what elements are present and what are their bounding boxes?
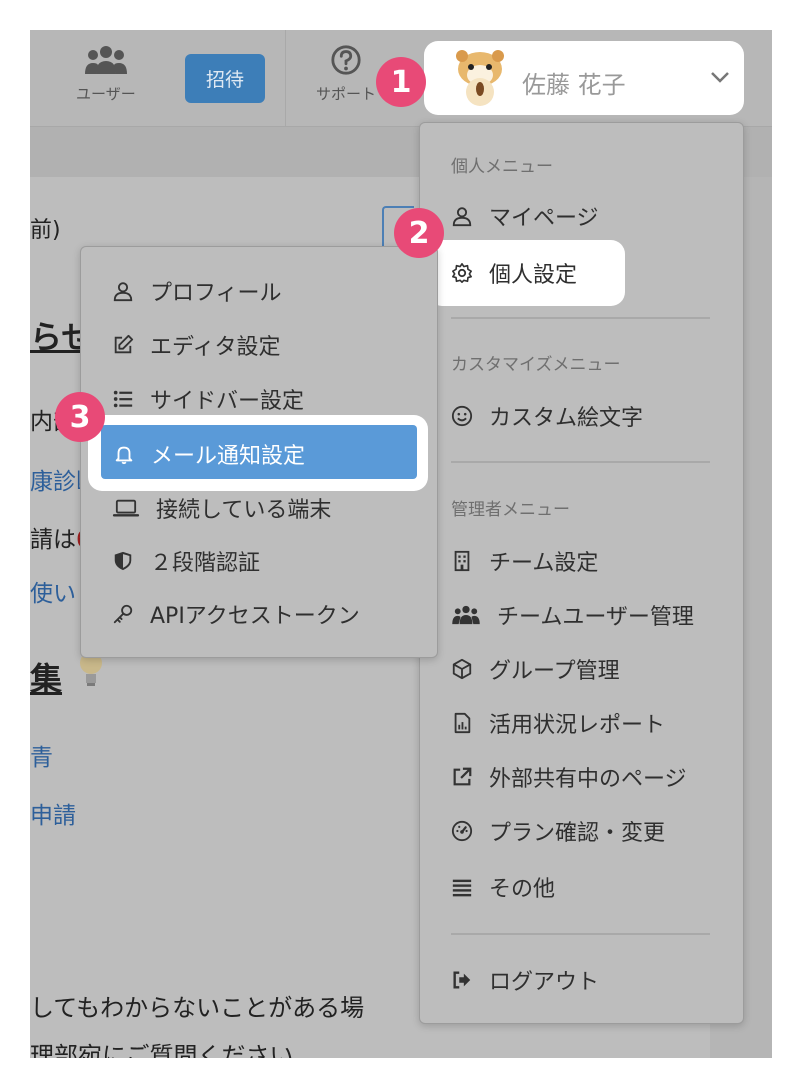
menu-item-plan[interactable]: プラン確認・変更 <box>451 815 665 847</box>
bell-icon <box>115 446 133 465</box>
menu-item-label: カスタム絵文字 <box>489 406 644 431</box>
menu-item-custom-emoji[interactable]: カスタム絵文字 <box>451 400 643 432</box>
menu-lines-icon <box>452 879 472 897</box>
avatar <box>452 49 508 107</box>
user-menu-toggle[interactable]: 佐藤 花子 <box>424 41 744 115</box>
menu-item-label: チーム設定 <box>489 551 599 576</box>
submenu-item-notification[interactable]: メール通知設定 <box>101 425 417 479</box>
bg-link[interactable]: 青 <box>30 738 53 772</box>
users-icon <box>452 605 480 625</box>
step-badge: 1 <box>376 57 426 107</box>
menu-item-team-users[interactable]: チームユーザー管理 <box>451 599 694 631</box>
users-nav-label: ユーザー <box>76 85 136 103</box>
file-chart-icon <box>454 712 471 734</box>
menu-item-usage-report[interactable]: 活用状況レポート <box>451 707 665 739</box>
bg-text-part: 請は <box>30 527 76 553</box>
help-circle-icon <box>329 44 363 83</box>
submenu-item-label: メール通知設定 <box>151 444 306 469</box>
menu-divider <box>451 317 710 319</box>
menu-item-other[interactable]: その他 <box>451 871 555 903</box>
menu-divider <box>451 933 710 935</box>
menu-item-label: 個人設定 <box>489 263 578 288</box>
submenu-item-editor[interactable]: エディタ設定 <box>112 329 280 361</box>
menu-item-shared-pages[interactable]: 外部共有中のページ <box>451 761 687 793</box>
bg-text: 理部宛にご質問ください。 <box>30 1042 318 1058</box>
edit-icon <box>114 334 134 354</box>
user-icon <box>452 207 472 227</box>
section-header-customize: カスタマイズメニュー <box>451 355 621 375</box>
support-nav-item[interactable]: サポート <box>316 44 376 104</box>
menu-divider <box>451 461 710 463</box>
gear-icon <box>452 263 472 283</box>
submenu-item-sidebar[interactable]: サイドバー設定 <box>112 383 304 415</box>
menu-item-mypage[interactable]: マイページ <box>451 200 599 232</box>
submenu-item-devices[interactable]: 接続している端末 <box>112 492 331 524</box>
logout-icon <box>453 971 471 989</box>
laptop-icon <box>112 499 140 517</box>
section-header-admin: 管理者メニュー <box>451 500 570 520</box>
users-nav-item[interactable]: ユーザー <box>76 44 136 104</box>
menu-item-group-admin[interactable]: グループ管理 <box>451 653 620 685</box>
submenu-item-two-factor[interactable]: ２段階認証 <box>112 545 260 577</box>
bg-text: 前) <box>30 218 61 243</box>
submenu-item-label: プロフィール <box>150 281 282 306</box>
menu-item-label: ログアウト <box>489 970 600 995</box>
bg-link[interactable]: 使い <box>30 574 76 608</box>
invite-button[interactable]: 招待 <box>185 54 265 103</box>
bg-heading: 集 <box>30 660 63 698</box>
step-badge: 3 <box>55 392 105 442</box>
section-header-personal: 個人メニュー <box>451 157 553 177</box>
cube-icon <box>452 658 472 680</box>
support-nav-label: サポート <box>316 85 377 103</box>
submenu-item-label: APIアクセストークン <box>150 604 360 629</box>
submenu-item-api-token[interactable]: APIアクセストークン <box>112 598 360 630</box>
chevron-down-icon <box>710 69 730 85</box>
menu-item-label: 外部共有中のページ <box>489 767 687 792</box>
menu-item-label: グループ管理 <box>489 659 620 684</box>
submenu-item-label: 接続している端末 <box>156 498 332 523</box>
bg-link[interactable]: 申請 <box>30 796 76 830</box>
list-icon <box>113 390 133 408</box>
users-icon <box>84 44 128 83</box>
menu-item-logout[interactable]: ログアウト <box>451 964 599 996</box>
bg-text: してもわからないことがある場 <box>30 994 365 1022</box>
menu-item-label: プラン確認・変更 <box>489 821 666 846</box>
submenu-item-label: エディタ設定 <box>150 335 281 360</box>
shield-icon <box>114 551 132 571</box>
user-icon <box>113 282 133 302</box>
key-icon <box>113 604 133 624</box>
menu-item-label: その他 <box>489 877 556 902</box>
submenu-item-label: サイドバー設定 <box>150 389 305 414</box>
menu-item-team-settings[interactable]: チーム設定 <box>451 545 598 577</box>
submenu-item-profile[interactable]: プロフィール <box>112 275 282 307</box>
user-name: 佐藤 花子 <box>522 71 626 99</box>
divider <box>285 30 286 126</box>
submenu-item-label: ２段階認証 <box>150 551 261 576</box>
menu-item-personal-settings[interactable]: 個人設定 <box>451 257 577 289</box>
menu-item-label: 活用状況レポート <box>489 713 666 738</box>
smile-icon <box>451 405 473 427</box>
building-icon <box>454 550 470 572</box>
external-link-icon <box>453 767 472 786</box>
submenu-item-content: メール通知設定 <box>113 438 305 470</box>
menu-item-label: チームユーザー管理 <box>497 605 694 630</box>
menu-item-label: マイページ <box>489 206 599 231</box>
gauge-icon <box>451 820 473 842</box>
step-badge: 2 <box>394 208 444 258</box>
